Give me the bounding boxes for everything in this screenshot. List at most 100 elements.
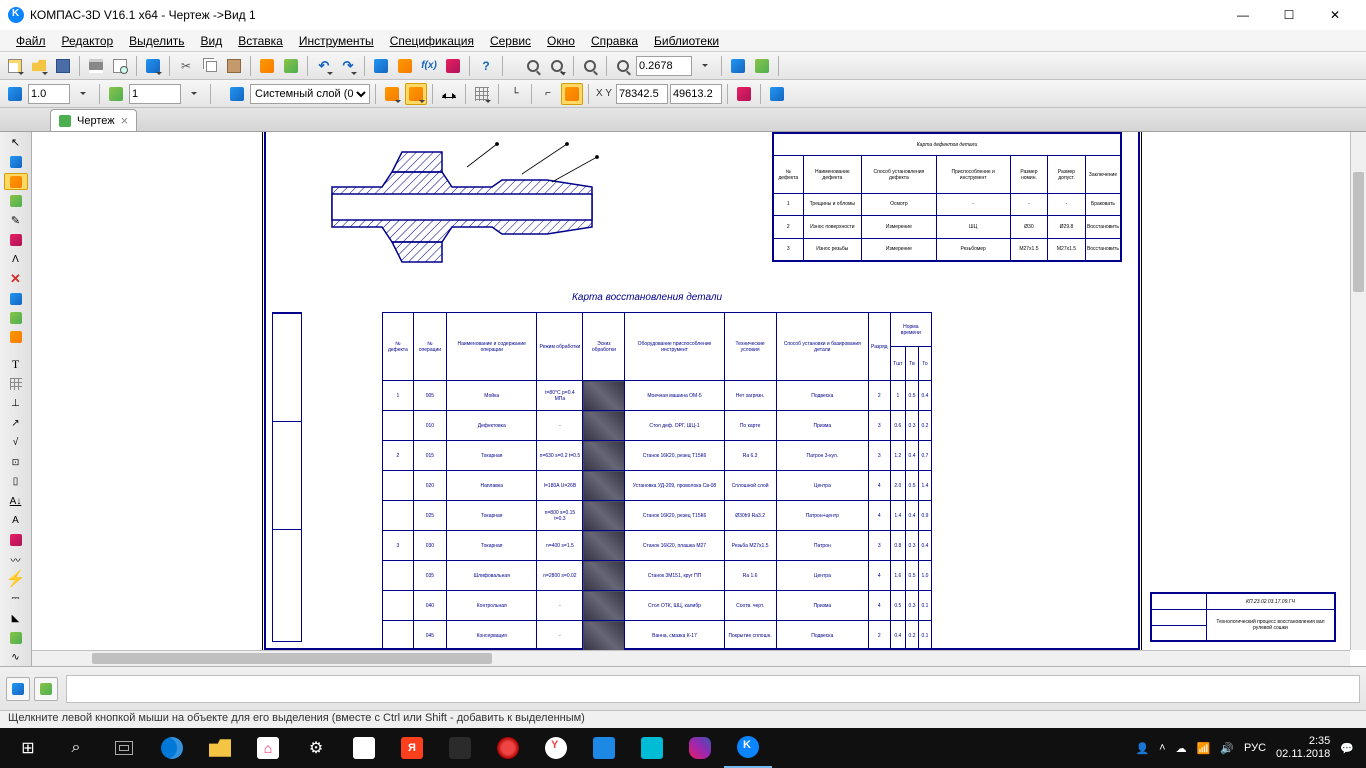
properties-copy-button[interactable] <box>280 55 302 77</box>
print-preview-button[interactable] <box>109 55 131 77</box>
prop-panel-button-2[interactable] <box>34 677 58 701</box>
library-manager-button[interactable] <box>394 55 416 77</box>
coord-y-input[interactable] <box>670 84 722 104</box>
menu-select[interactable]: Выделить <box>121 32 192 50</box>
close-button[interactable]: ✕ <box>1312 0 1358 30</box>
prop-panel-button-1[interactable] <box>6 677 30 701</box>
tool-text[interactable]: T <box>4 356 28 373</box>
taskbar-paint[interactable] <box>676 728 724 768</box>
vertical-scrollbar[interactable] <box>1350 132 1366 650</box>
taskbar-kompas[interactable] <box>724 728 772 768</box>
tool-notation[interactable] <box>4 192 28 209</box>
style-button[interactable] <box>381 83 403 105</box>
tool-axis[interactable]: ⚡ <box>4 570 28 588</box>
menu-tools[interactable]: Инструменты <box>291 32 382 50</box>
zoom-dropdown[interactable] <box>694 55 716 77</box>
props-button[interactable] <box>142 55 164 77</box>
layer-select[interactable]: Системный слой (0) <box>250 84 370 104</box>
taskbar-edge[interactable] <box>148 728 196 768</box>
tool-arrow[interactable]: A <box>4 512 28 529</box>
tray-notifications-icon[interactable]: 💬 <box>1340 742 1354 755</box>
menu-help[interactable]: Справка <box>583 32 646 50</box>
current-view-button[interactable] <box>4 83 26 105</box>
taskbar-opera[interactable] <box>484 728 532 768</box>
copy-button[interactable] <box>199 55 221 77</box>
tool-roughness[interactable]: √ <box>4 434 28 451</box>
grid-button[interactable] <box>471 83 493 105</box>
save-button[interactable] <box>52 55 74 77</box>
drawing-canvas[interactable]: Карта дефектов детали № дефекта Наименов… <box>32 132 1350 650</box>
zoom-window-button[interactable] <box>522 55 544 77</box>
manager-button[interactable] <box>370 55 392 77</box>
view-states-button[interactable] <box>105 83 127 105</box>
tray-clock[interactable]: 2:35 02.11.2018 <box>1276 735 1330 761</box>
tool-measure[interactable]: Λ <box>4 251 28 268</box>
measure-button[interactable] <box>442 55 464 77</box>
ortho-button[interactable] <box>438 83 460 105</box>
scale-dropdown[interactable] <box>72 83 94 105</box>
redo-button[interactable]: ↷ <box>337 55 359 77</box>
tool-tolerance[interactable]: ⊡ <box>4 453 28 470</box>
view-number-dropdown[interactable] <box>183 83 205 105</box>
tool-spec[interactable] <box>4 290 28 307</box>
tree-button[interactable] <box>766 83 788 105</box>
variables-button[interactable]: f(x) <box>418 55 440 77</box>
taskbar-search[interactable]: ⌕ <box>52 728 100 768</box>
parametric-toggle[interactable] <box>561 83 583 105</box>
tool-edit[interactable]: ✎ <box>4 212 28 229</box>
tool-base-line[interactable]: ⊥ <box>4 395 28 412</box>
taskbar-taskview[interactable] <box>100 728 148 768</box>
new-button[interactable] <box>4 55 26 77</box>
taskbar-store[interactable]: ⌂ <box>244 728 292 768</box>
local-cs-button[interactable]: └ <box>504 83 526 105</box>
tray-onedrive-icon[interactable]: ☁ <box>1176 742 1187 755</box>
context-help-button[interactable]: ? <box>475 55 497 77</box>
menu-spec[interactable]: Спецификация <box>382 32 482 50</box>
format-painter-button[interactable] <box>256 55 278 77</box>
menu-window[interactable]: Окно <box>539 32 583 50</box>
tool-dimensions[interactable] <box>4 173 28 191</box>
taskbar-explorer[interactable] <box>196 728 244 768</box>
minimize-button[interactable]: — <box>1220 0 1266 30</box>
tool-weld[interactable]: ◣ <box>4 610 28 627</box>
tool-datum[interactable]: ▯ <box>4 473 28 490</box>
taskbar-settings[interactable]: ⚙ <box>292 728 340 768</box>
tool-break[interactable]: ⎓ <box>4 590 28 607</box>
taskbar-yandex[interactable]: Я <box>388 728 436 768</box>
tool-section-line[interactable]: A↓ <box>4 492 28 509</box>
doc-tab-close[interactable]: × <box>121 113 129 128</box>
coord-x-input[interactable] <box>616 84 668 104</box>
tray-chevron-up-icon[interactable]: ˄ <box>1159 742 1165 754</box>
dim-tool-button[interactable] <box>733 83 755 105</box>
menu-view[interactable]: Вид <box>193 32 231 50</box>
scale-input[interactable] <box>28 84 70 104</box>
tray-network-icon[interactable]: 📶 <box>1197 742 1211 755</box>
zoom-dynamic-button[interactable] <box>546 55 568 77</box>
taskbar-mail[interactable] <box>580 728 628 768</box>
menu-file[interactable]: Файл <box>8 32 54 50</box>
menu-insert[interactable]: Вставка <box>230 32 291 50</box>
cut-button[interactable]: ✂ <box>175 55 197 77</box>
taskbar-photos[interactable] <box>628 728 676 768</box>
paste-button[interactable] <box>223 55 245 77</box>
tool-report[interactable] <box>4 309 28 326</box>
menu-libs[interactable]: Библиотеки <box>646 32 727 50</box>
taskbar-app-1[interactable] <box>340 728 388 768</box>
pan-button[interactable] <box>727 55 749 77</box>
print-button[interactable] <box>85 55 107 77</box>
undo-button[interactable]: ↶ <box>313 55 335 77</box>
tool-spline[interactable]: ∿ <box>4 649 28 666</box>
tool-leader[interactable]: ↗ <box>4 414 28 431</box>
tray-language[interactable]: РУС <box>1244 742 1266 754</box>
taskbar-ybrowser[interactable] <box>532 728 580 768</box>
tool-select[interactable]: ↖ <box>4 134 28 151</box>
round-button[interactable]: ⌐ <box>537 83 559 105</box>
tool-geometry[interactable] <box>4 153 28 170</box>
open-button[interactable] <box>28 55 50 77</box>
tool-params[interactable] <box>4 231 28 248</box>
horizontal-scrollbar[interactable] <box>32 650 1350 666</box>
taskbar-app-dark[interactable] <box>436 728 484 768</box>
tool-wave[interactable]: 〰 <box>4 551 28 568</box>
tray-volume-icon[interactable]: 🔊 <box>1220 742 1234 755</box>
menu-editor[interactable]: Редактор <box>54 32 122 50</box>
